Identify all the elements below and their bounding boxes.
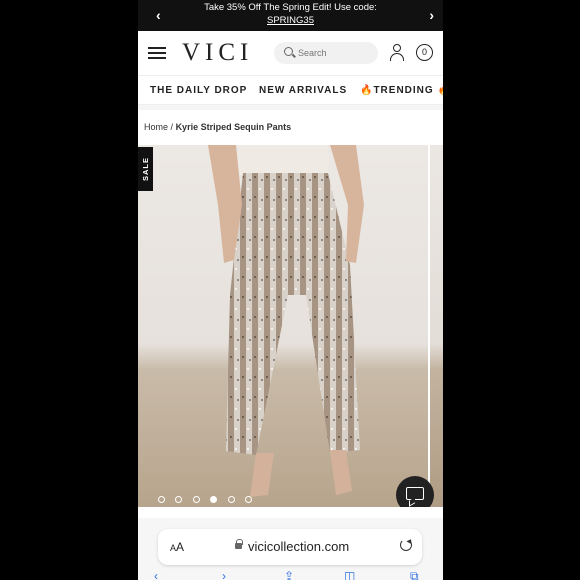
promo-banner: ‹ Take 35% Off The Spring Edit! Use code…	[138, 0, 443, 31]
site-logo[interactable]: VICI	[182, 39, 253, 67]
carousel-dots	[158, 490, 258, 507]
browser-toolbar: ‹ › ⇪ ◫ ⧉	[138, 570, 443, 580]
search-input[interactable]	[298, 45, 372, 61]
carousel-dot[interactable]	[158, 496, 165, 503]
carousel-dot[interactable]	[175, 496, 183, 503]
forward-icon[interactable]: ›	[222, 570, 226, 580]
next-product-image[interactable]	[430, 145, 443, 507]
promo-code-link[interactable]: SPRING35	[162, 15, 419, 27]
cart-button[interactable]: 0	[416, 44, 433, 61]
breadcrumb: Home / Kyrie Striped Sequin Pants	[144, 122, 291, 132]
chat-bubble-icon	[406, 487, 424, 500]
chevron-right-icon[interactable]: ›	[429, 7, 434, 23]
reader-settings-button[interactable]: AA	[170, 540, 184, 554]
search-box[interactable]	[274, 42, 378, 64]
breadcrumb-separator: /	[170, 122, 174, 132]
product-gallery[interactable]: SALE	[138, 145, 443, 507]
url-field[interactable]: AA vicicollection.com	[158, 529, 422, 565]
site-header: VICI 0	[138, 31, 443, 75]
phone-screen: ‹ Take 35% Off The Spring Edit! Use code…	[138, 0, 443, 580]
category-nav: THE DAILY DROP NEW ARRIVALS 🔥TRENDING 🔥	[138, 75, 443, 105]
back-icon[interactable]: ‹	[154, 570, 158, 580]
bookmarks-icon[interactable]: ◫	[344, 570, 355, 580]
breadcrumb-current: Kyrie Striped Sequin Pants	[175, 122, 292, 132]
hamburger-menu-icon[interactable]	[148, 47, 166, 59]
search-icon	[284, 47, 293, 56]
lock-icon	[235, 539, 243, 549]
nav-item-daily-drop[interactable]: THE DAILY DROP	[150, 85, 247, 96]
carousel-dot-active[interactable]	[210, 496, 218, 503]
section-divider	[138, 105, 443, 110]
sequin-pants-illustration	[208, 145, 364, 497]
sale-badge: SALE	[138, 147, 153, 191]
chevron-left-icon[interactable]: ‹	[156, 7, 161, 23]
breadcrumb-home[interactable]: Home	[144, 122, 168, 132]
carousel-dot[interactable]	[192, 496, 200, 503]
reload-icon[interactable]	[400, 539, 412, 551]
chat-button[interactable]	[396, 476, 434, 507]
carousel-dot[interactable]	[227, 496, 235, 503]
share-icon[interactable]: ⇪	[284, 570, 294, 580]
promo-text: Take 35% Off The Spring Edit! Use code:	[204, 2, 377, 13]
nav-item-new-arrivals[interactable]: NEW ARRIVALS	[259, 85, 347, 96]
nav-item-trending[interactable]: 🔥TRENDING 🔥	[360, 85, 443, 96]
user-icon[interactable]	[389, 43, 405, 61]
carousel-dot[interactable]	[245, 496, 253, 503]
product-image[interactable]: SALE	[138, 145, 428, 507]
tabs-icon[interactable]: ⧉	[410, 570, 419, 580]
url-text[interactable]: vicicollection.com	[248, 539, 349, 554]
